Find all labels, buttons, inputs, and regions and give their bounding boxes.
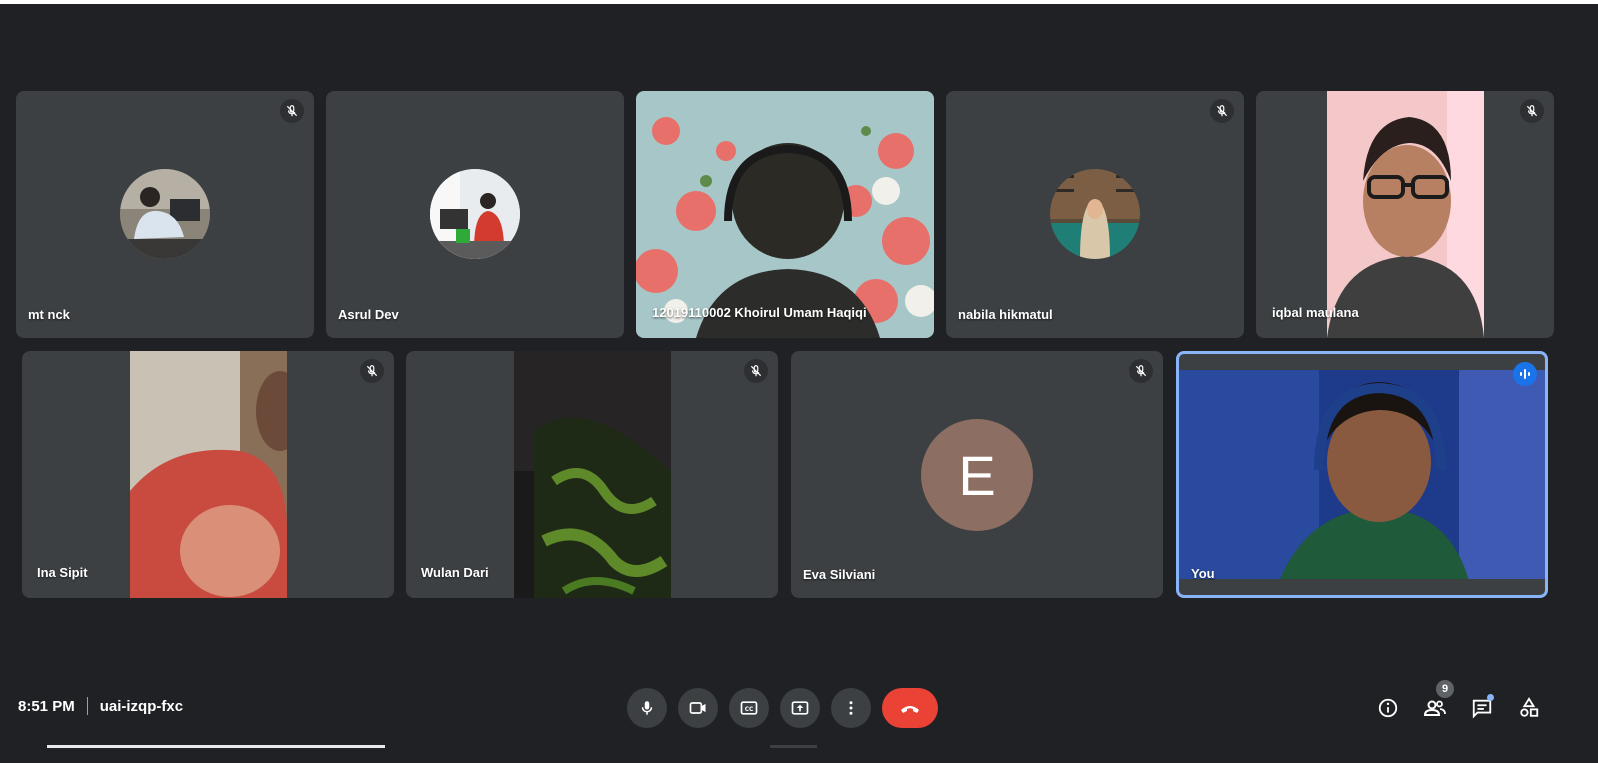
mic-muted-icon xyxy=(360,359,384,383)
participant-name: mt nck xyxy=(28,307,70,322)
participant-video xyxy=(1327,91,1484,338)
letter-avatar: E xyxy=(921,419,1033,531)
camera-icon xyxy=(689,702,706,714)
participant-tile-iqbal[interactable]: iqbal maulana xyxy=(1256,91,1554,338)
mic-muted-icon xyxy=(1210,99,1234,123)
participant-video xyxy=(514,351,671,598)
meeting-time: 8:51 PM xyxy=(18,697,75,715)
participant-photo-avatar xyxy=(430,169,520,259)
speaking-indicator-icon xyxy=(1513,362,1537,386)
participant-tile-you[interactable]: You xyxy=(1176,351,1548,598)
participant-tile-eva-silviani[interactable]: E Eva Silviani xyxy=(791,351,1163,598)
participant-photo-avatar xyxy=(120,169,210,259)
activities-icon xyxy=(1520,697,1539,717)
participant-tile-mt-nck[interactable]: mt nck xyxy=(16,91,314,338)
participant-tile-wulan-dari[interactable]: Wulan Dari xyxy=(406,351,778,598)
captions-icon: CC xyxy=(740,701,758,715)
participant-video xyxy=(636,91,934,338)
more-options-button[interactable] xyxy=(831,688,871,728)
participant-name: iqbal maulana xyxy=(1272,305,1359,320)
svg-text:CC: CC xyxy=(745,707,754,713)
participant-tile-ina-sipit[interactable]: Ina Sipit xyxy=(22,351,394,598)
mic-muted-icon xyxy=(744,359,768,383)
participant-video xyxy=(130,351,287,598)
people-count-badge: 9 xyxy=(1436,680,1454,698)
meeting-code: uai-izqp-fxc xyxy=(99,697,184,715)
mic-muted-icon xyxy=(280,99,304,123)
participant-name: Wulan Dari xyxy=(421,565,489,580)
participant-tile-asrul-dev[interactable]: Asrul Dev xyxy=(326,91,624,338)
participant-name: Ina Sipit xyxy=(37,565,88,580)
participant-photo-avatar xyxy=(1050,169,1140,259)
meeting-info: 8:51 PM uai-izqp-fxc xyxy=(18,697,183,715)
captions-button[interactable]: CC xyxy=(729,688,769,728)
bottom-edge-strip xyxy=(47,745,385,748)
leave-call-button[interactable] xyxy=(882,688,938,728)
mic-muted-icon xyxy=(1520,99,1544,123)
divider xyxy=(86,697,88,715)
window-top-edge xyxy=(0,0,1598,4)
present-screen-icon xyxy=(791,701,809,715)
avatar-initial: E xyxy=(958,443,996,507)
camera-button[interactable] xyxy=(678,688,718,728)
bottom-edge-mark xyxy=(770,745,817,748)
present-screen-button[interactable] xyxy=(780,688,820,728)
participant-name: Asrul Dev xyxy=(338,307,399,322)
participant-name: You xyxy=(1191,566,1215,581)
chat-notification-dot xyxy=(1487,694,1494,701)
participant-tile-khoirul[interactable]: 12019110002 Khoirul Umam Haqiqi xyxy=(636,91,934,338)
participant-name: 12019110002 Khoirul Umam Haqiqi xyxy=(652,305,867,320)
participant-tile-nabila[interactable]: nabila hikmatul xyxy=(946,91,1244,338)
people-button[interactable] xyxy=(1421,694,1449,722)
more-vert-icon xyxy=(849,701,853,715)
microphone-button[interactable] xyxy=(627,688,667,728)
meeting-details-button[interactable] xyxy=(1374,694,1402,722)
hang-up-icon xyxy=(901,706,919,713)
mic-muted-icon xyxy=(1129,359,1153,383)
microphone-icon xyxy=(641,701,653,715)
participant-name: nabila hikmatul xyxy=(958,307,1053,322)
participant-video xyxy=(1179,370,1545,579)
info-icon xyxy=(1378,698,1398,718)
activities-button[interactable] xyxy=(1515,694,1543,722)
participant-name: Eva Silviani xyxy=(803,567,876,582)
people-icon xyxy=(1423,700,1446,716)
